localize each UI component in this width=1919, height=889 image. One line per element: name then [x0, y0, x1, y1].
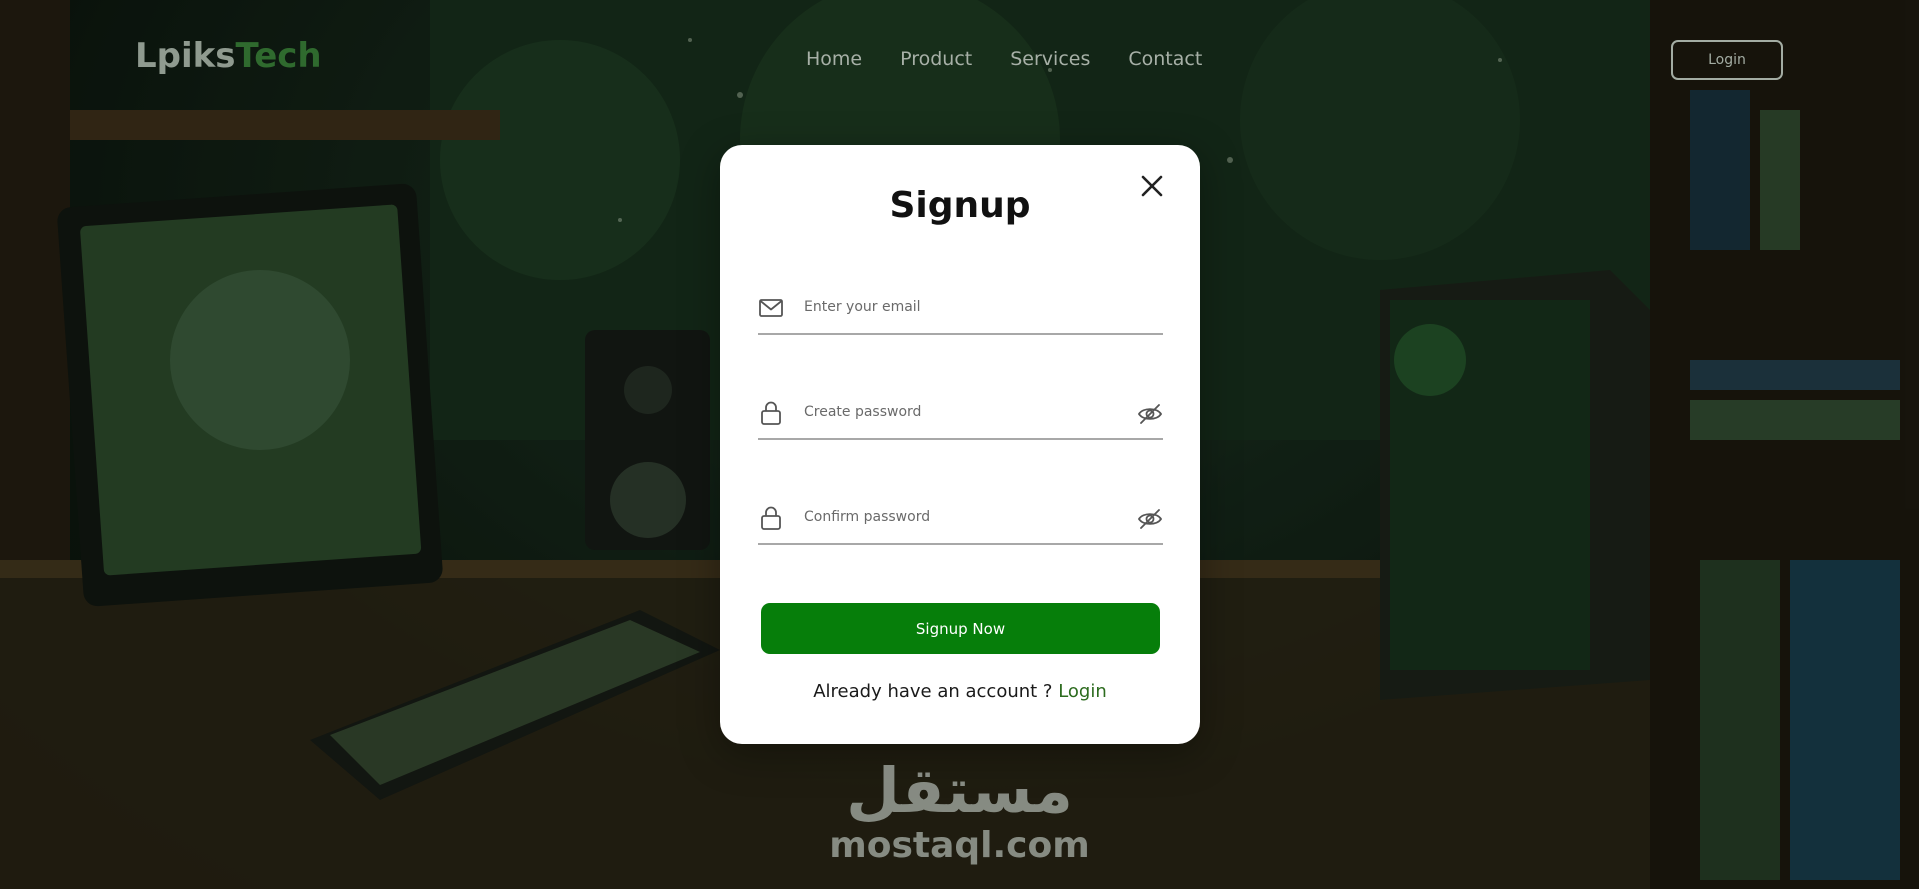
logo-primary-text: Lpiks	[135, 36, 236, 76]
confirm-password-field	[758, 493, 1163, 545]
login-prompt-text: Already have an account ?	[813, 681, 1059, 702]
header-login-button[interactable]: Login	[1671, 40, 1783, 80]
modal-title: Signup	[889, 185, 1031, 226]
email-input[interactable]	[802, 291, 1126, 323]
watermark-latin: mostaql.com	[829, 825, 1090, 866]
watermark: مستقل mostaql.com	[0, 755, 1919, 865]
password-field	[758, 388, 1163, 440]
confirm-password-input[interactable]	[802, 501, 1126, 533]
password-input[interactable]	[802, 396, 1126, 428]
lock-icon	[761, 506, 781, 530]
watermark-arabic: مستقل	[846, 754, 1073, 827]
envelope-icon	[759, 299, 783, 317]
brand-logo[interactable]: LpiksTech	[135, 36, 322, 76]
email-field	[758, 283, 1163, 335]
nav-contact[interactable]: Contact	[1128, 48, 1202, 70]
signup-modal: Signup Enter your email Signup Now Alrea…	[720, 145, 1200, 744]
logo-accent-text: Tech	[235, 36, 322, 76]
signup-now-button[interactable]: Signup Now	[761, 603, 1160, 654]
main-nav: Home Product Services Contact	[806, 48, 1202, 70]
nav-product[interactable]: Product	[900, 48, 972, 70]
nav-home[interactable]: Home	[806, 48, 862, 70]
page: LpiksTech Home Product Services Contact …	[0, 0, 1919, 889]
eye-slash-icon[interactable]	[1137, 401, 1163, 427]
nav-services[interactable]: Services	[1010, 48, 1090, 70]
lock-icon	[761, 401, 781, 425]
login-prompt: Already have an account ? Login	[720, 681, 1200, 702]
login-link[interactable]: Login	[1058, 681, 1107, 702]
eye-slash-icon[interactable]	[1137, 506, 1163, 532]
